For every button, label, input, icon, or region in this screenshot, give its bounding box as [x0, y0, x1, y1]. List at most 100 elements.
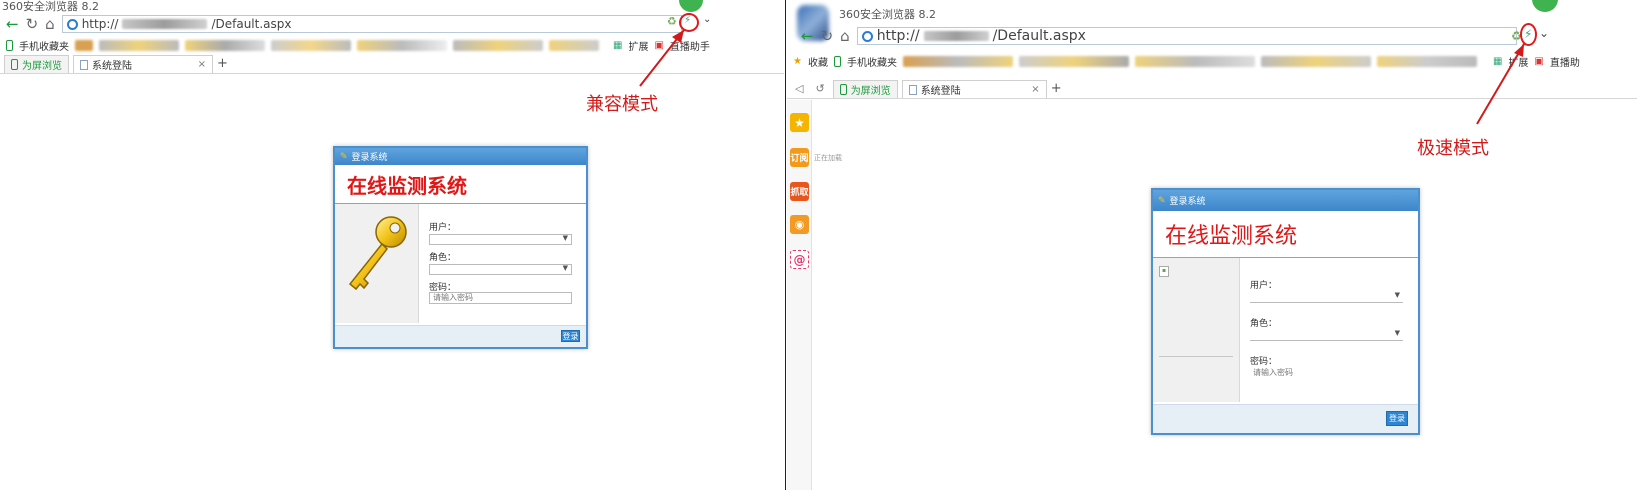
login-button[interactable]: 登录: [1386, 411, 1408, 426]
url-path: /Default.aspx: [992, 28, 1086, 44]
password-input[interactable]: 请输入密码: [429, 292, 572, 304]
page-icon: [908, 84, 917, 95]
star-icon: ★: [793, 55, 802, 67]
chevron-down-icon: ▼: [562, 234, 568, 242]
loading-note: 正在加载: [814, 154, 842, 162]
dialog-footer: 登录: [1153, 404, 1418, 433]
bookmark-live[interactable]: 直播助: [1550, 54, 1580, 69]
bookmark-redacted: [1018, 55, 1129, 67]
close-tab-icon[interactable]: ×: [1031, 84, 1039, 95]
bookmark-mobile[interactable]: 手机收藏夹: [847, 54, 897, 69]
bookmark-mobile[interactable]: 手机收藏夹: [19, 38, 69, 53]
tab-login[interactable]: 系统登陆 ×: [901, 80, 1047, 98]
bookmark-redacted: [549, 39, 599, 51]
bookmark-redacted: [1260, 55, 1371, 67]
globe-icon: [66, 18, 78, 30]
bookmark-bar: ★ 收藏 手机收藏夹 ▦ 扩展 ▣ 直播助: [787, 52, 1637, 70]
password-input[interactable]: 请输入密码: [1250, 368, 1403, 380]
system-title: 在线监测系统: [347, 173, 467, 198]
address-bar[interactable]: http:// /Default.aspx: [61, 15, 682, 33]
new-tab-icon[interactable]: +: [1051, 81, 1062, 98]
dialog-header-text: 登录系统: [351, 153, 388, 163]
address-bar[interactable]: http:// /Default.aspx: [856, 27, 1517, 45]
dialog-header-text: 登录系统: [1169, 197, 1206, 207]
bookmark-redacted: [271, 39, 351, 51]
sidebar-favorites-icon[interactable]: ★: [790, 113, 809, 132]
login-dialog: ✎ 登录系统 在线监测系统 ▪ 用户： ▼ 角色： ▼ 密码： 请输入密码 登录: [1151, 188, 1420, 435]
dialog-body: 用户： ▼ 角色： ▼ 密码： 请输入密码: [335, 203, 586, 323]
back-icon[interactable]: ←: [801, 28, 814, 44]
extensions-icon: ▦: [1492, 55, 1503, 67]
sidebar-subscribe-icon[interactable]: 订阅: [790, 148, 809, 167]
login-form: 用户： ▼ 角色： ▼ 密码： 请输入密码: [419, 204, 586, 323]
bookmark-redacted: [185, 39, 265, 51]
chevron-down-icon: ▼: [1394, 329, 1400, 337]
sidebar-mail-icon[interactable]: @: [790, 250, 809, 269]
home-icon[interactable]: ⌂: [45, 16, 55, 32]
back-icon[interactable]: ←: [6, 16, 19, 32]
sidebar-fetch-icon[interactable]: 抓取: [790, 182, 809, 201]
speed-mode-screenshot: 360安全浏览器 8.2 ← ↻ ⌂ http:// /Default.aspx…: [787, 0, 1637, 490]
bookmark-live[interactable]: 直播助手: [670, 38, 710, 53]
login-button[interactable]: 登录: [561, 330, 580, 342]
tab-fullscreen[interactable]: 为屏浏览: [832, 80, 898, 98]
compat-mode-icon[interactable]: ⚡: [684, 15, 691, 26]
page-icon: [80, 59, 88, 70]
mobile-icon: [6, 39, 13, 51]
close-tab-icon[interactable]: ×: [198, 59, 206, 70]
new-tab-icon[interactable]: +: [217, 56, 228, 73]
chevron-down-icon[interactable]: ⌄: [1539, 26, 1549, 40]
url-redacted: [122, 19, 208, 29]
bookmark-favorites[interactable]: 收藏: [808, 54, 828, 69]
annotation-label: 极速模式: [1417, 138, 1489, 159]
speed-mode-icon[interactable]: ⚡: [1524, 27, 1532, 41]
tab-bar: 为屏浏览 系统登陆 × +: [0, 54, 784, 74]
golden-key-icon: [348, 216, 407, 291]
globe-icon: [861, 30, 873, 42]
role-label: 角色：: [1250, 319, 1278, 329]
mobile-icon: [11, 59, 18, 70]
system-title: 在线监测系统: [1165, 224, 1298, 249]
user-label: 用户：: [1250, 281, 1278, 291]
key-icon: ✎: [1158, 195, 1166, 206]
refresh-icon[interactable]: ↻: [821, 28, 834, 44]
bookmark-redacted: [453, 39, 543, 51]
tab-label: 为屏浏览: [22, 61, 62, 72]
bookmark-extensions[interactable]: 扩展: [628, 38, 648, 53]
sidebar-weibo-icon[interactable]: ◉: [790, 215, 809, 234]
dialog-footer: 登录: [335, 325, 586, 347]
bookmark-redacted: [99, 39, 179, 51]
role-select[interactable]: ▼: [1250, 329, 1403, 341]
url-scheme: http://: [81, 17, 119, 31]
chevron-down-icon[interactable]: ⌄: [703, 14, 711, 25]
chevron-down-icon: ▼: [562, 264, 568, 272]
refresh-icon[interactable]: ↻: [26, 16, 39, 32]
compat-mode-screenshot: 360安全浏览器 8.2 ← ↻ ⌂ http:// /Default.aspx…: [0, 0, 784, 490]
tab-fullscreen[interactable]: 为屏浏览: [4, 55, 69, 73]
home-icon[interactable]: ⌂: [840, 28, 850, 44]
bookmark-extensions[interactable]: 扩展: [1508, 54, 1528, 69]
address-row: ← ↻ ⌂ http:// /Default.aspx: [787, 26, 1637, 46]
user-select[interactable]: ▼: [1250, 291, 1403, 303]
window-title: 360安全浏览器 8.2: [839, 8, 936, 21]
live-icon: ▣: [654, 39, 664, 51]
tab-label: 系统登陆: [92, 61, 132, 72]
url-redacted: [923, 31, 989, 41]
bookmark-redacted: [902, 55, 1013, 67]
window-title: 360安全浏览器 8.2: [2, 0, 99, 13]
sidebar-toggle-icon[interactable]: ◁: [791, 82, 807, 98]
dialog-image-panel: [335, 204, 419, 323]
key-icon: ✎: [340, 151, 348, 162]
password-label: 密码：: [1250, 357, 1278, 367]
tab-label: 系统登陆: [920, 86, 961, 97]
bookmark-redacted: [75, 39, 93, 51]
undo-icon[interactable]: ↺: [811, 82, 828, 98]
url-path: /Default.aspx: [211, 17, 292, 31]
role-select[interactable]: ▼: [429, 264, 572, 275]
user-select[interactable]: ▼: [429, 234, 572, 245]
bookmark-redacted: [1134, 55, 1255, 67]
dialog-header: ✎ 登录系统: [335, 148, 586, 165]
chevron-down-icon: ▼: [1394, 291, 1400, 299]
mobile-icon: [839, 84, 847, 95]
tab-login[interactable]: 系统登陆 ×: [73, 55, 213, 73]
